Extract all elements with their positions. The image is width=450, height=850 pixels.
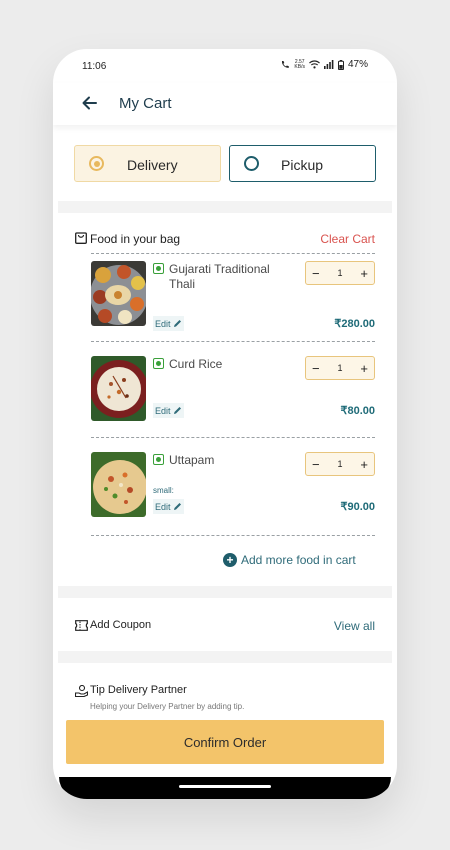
cart-item: Gujarati Traditional Thali Edit ₹280.00 … (91, 261, 375, 331)
curd-rice-image (91, 356, 146, 421)
radio-unselected-icon (244, 156, 259, 171)
item-price: ₹280.00 (334, 318, 375, 330)
confirm-order-button[interactable]: Confirm Order (66, 720, 384, 764)
tip-title: Tip Delivery Partner (90, 684, 187, 696)
hand-coin-icon (75, 685, 88, 697)
quantity-stepper: − 1 + (305, 452, 375, 476)
pickup-label: Pickup (281, 157, 324, 173)
increase-button[interactable]: + (360, 458, 368, 471)
home-indicator[interactable] (179, 785, 271, 788)
dashed-divider (91, 253, 375, 254)
status-bar: 11:06 2.57 KB/s 47% (53, 49, 397, 83)
veg-indicator-icon (153, 263, 164, 274)
increase-button[interactable]: + (360, 267, 368, 280)
increase-button[interactable]: + (360, 362, 368, 375)
decrease-button[interactable]: − (312, 458, 320, 471)
quantity-value: 1 (337, 363, 343, 373)
view-all-coupons-link[interactable]: View all (334, 619, 375, 633)
bag-icon (75, 232, 87, 244)
quantity-value: 1 (337, 268, 343, 278)
pencil-icon (173, 503, 181, 510)
item-price: ₹80.00 (340, 405, 375, 417)
thali-image (91, 261, 146, 326)
page-title: My Cart (119, 95, 172, 112)
quantity-value: 1 (337, 459, 343, 469)
pickup-option[interactable]: Pickup (229, 145, 376, 182)
phone-screen: 11:06 2.57 KB/s 47% My Cart Delivery Pic… (53, 49, 397, 799)
wifi-icon (309, 60, 320, 69)
coupon-icon (75, 620, 88, 631)
decrease-button[interactable]: − (312, 362, 320, 375)
section-divider (58, 201, 392, 213)
order-mode-selector: Delivery Pickup (53, 125, 397, 201)
bag-header: Food in your bag Clear Cart (75, 231, 375, 247)
clear-cart-button[interactable]: Clear Cart (320, 232, 375, 246)
network-speed: 2.57 KB/s (294, 58, 305, 70)
cart-item: Curd Rice Edit ₹80.00 − 1 + (91, 356, 375, 422)
call-icon (282, 61, 290, 68)
dashed-divider (91, 535, 375, 536)
quantity-stepper: − 1 + (305, 356, 375, 380)
item-price: ₹90.00 (340, 501, 375, 513)
item-size-note: small: (153, 486, 174, 495)
signal-icon (323, 60, 334, 69)
bag-title: Food in your bag (90, 232, 181, 246)
status-icons: 2.57 KB/s 47% (280, 59, 368, 70)
item-name: Gujarati Traditional Thali (169, 262, 270, 291)
radio-selected-icon (89, 156, 104, 171)
item-name: Curd Rice (169, 357, 223, 371)
dashed-divider (91, 437, 375, 438)
dashed-divider (91, 341, 375, 342)
veg-indicator-icon (153, 454, 164, 465)
decrease-button[interactable]: − (312, 267, 320, 280)
delivery-label: Delivery (127, 157, 178, 173)
pencil-icon (173, 407, 181, 414)
battery-icon (337, 59, 344, 70)
tip-subtitle: Helping your Delivery Partner by adding … (90, 702, 245, 711)
edit-button[interactable]: Edit (153, 316, 184, 331)
add-more-label: Add more food in cart (241, 553, 356, 567)
item-name: Uttapam (169, 453, 215, 467)
section-divider (58, 586, 392, 598)
uttapam-image (91, 452, 146, 517)
tip-section: Tip Delivery Partner Helping your Delive… (75, 684, 375, 714)
coupon-row[interactable]: Add Coupon View all (75, 619, 375, 635)
add-circle-icon: + (223, 553, 237, 567)
cart-item: Uttapam small: Edit ₹90.00 − 1 + (91, 452, 375, 518)
add-more-food-button[interactable]: + Add more food in cart (223, 553, 356, 567)
status-time: 11:06 (82, 61, 107, 72)
app-bar: My Cart (53, 83, 397, 125)
section-divider (58, 651, 392, 663)
pencil-icon (173, 320, 181, 327)
edit-button[interactable]: Edit (153, 403, 184, 418)
quantity-stepper: − 1 + (305, 261, 375, 285)
battery-percent: 47% (347, 59, 368, 70)
delivery-option[interactable]: Delivery (74, 145, 221, 182)
veg-indicator-icon (153, 358, 164, 369)
back-arrow-icon[interactable] (80, 93, 100, 113)
edit-button[interactable]: Edit (153, 499, 184, 514)
navigation-bar (59, 777, 391, 799)
coupon-title: Add Coupon (90, 619, 152, 631)
